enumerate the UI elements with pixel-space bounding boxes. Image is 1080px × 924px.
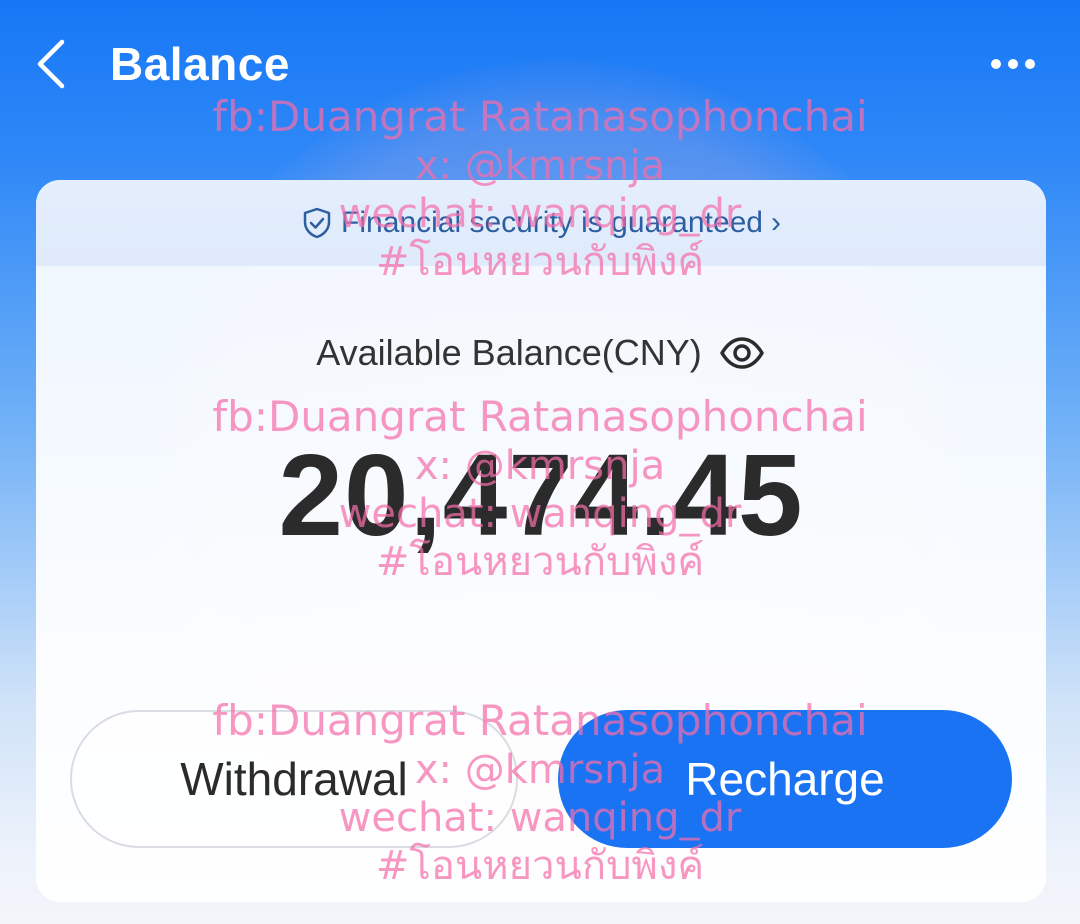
security-text: Financial security is guaranteed: [341, 206, 763, 239]
balance-label-row: Available Balance(CNY): [36, 330, 1046, 376]
shield-check-icon: [303, 207, 331, 239]
recharge-button[interactable]: Recharge: [558, 710, 1012, 848]
withdrawal-label: Withdrawal: [180, 753, 408, 805]
page-title: Balance: [110, 38, 290, 90]
recharge-label: Recharge: [685, 753, 885, 805]
chevron-left-icon: [37, 39, 65, 89]
more-horizontal-icon: [991, 59, 1035, 69]
eye-icon[interactable]: [718, 333, 766, 373]
balance-amount: 20,474.45: [278, 430, 804, 560]
balance-card: Financial security is guaranteed › Avail…: [36, 180, 1046, 902]
more-button[interactable]: [982, 44, 1052, 84]
top-bar: Balance: [0, 0, 1080, 130]
balance-label: Available Balance(CNY): [316, 332, 702, 373]
security-banner[interactable]: Financial security is guaranteed ›: [36, 180, 1046, 266]
back-button[interactable]: [26, 34, 86, 94]
chevron-right-icon: ›: [770, 206, 781, 239]
withdrawal-button[interactable]: Withdrawal: [70, 710, 518, 848]
